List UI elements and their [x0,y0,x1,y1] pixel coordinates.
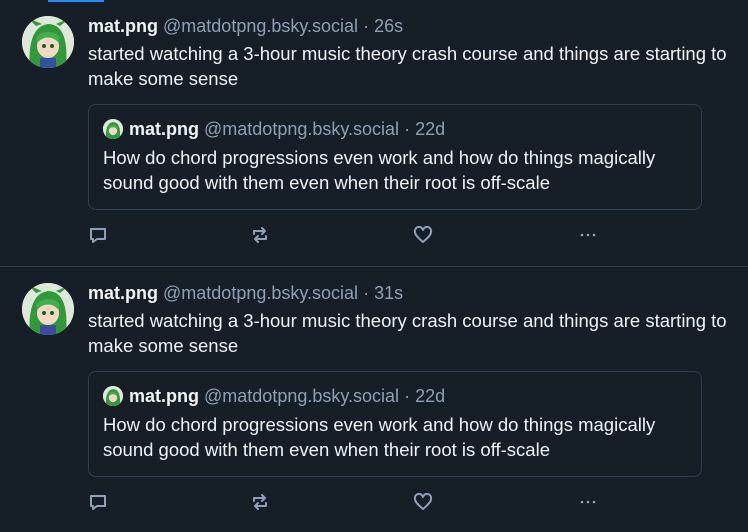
like-icon [413,225,433,243]
reply-button[interactable] [85,222,111,248]
quote-text: How do chord progressions even work and … [103,147,656,193]
more-icon [580,233,596,237]
quote-time: 22d [415,119,446,139]
post-header: mat.png @matdotpng.bsky.social · 26s [88,14,728,38]
quote-time: 22d [415,386,446,406]
separator-dot: · [363,283,370,303]
feed-post[interactable]: mat.png @matdotpng.bsky.social · 31s sta… [0,266,748,532]
repost-icon [253,227,267,243]
separator-dot: · [363,16,370,36]
post-text: started watching a 3-hour music theory c… [88,310,727,356]
more-options-button[interactable] [575,489,601,515]
post-text: started watching a 3-hour music theory c… [88,43,727,89]
like-button[interactable] [410,222,436,248]
author-avatar[interactable] [22,283,74,335]
quote-author-avatar [103,386,123,406]
quote-author-name: mat.png [129,386,199,406]
quote-author-handle: @matdotpng.bsky.social [204,119,400,139]
author-name[interactable]: mat.png [88,16,158,36]
quoted-post[interactable]: mat.png @matdotpng.bsky.social · 22d How… [88,371,702,477]
separator-dot: · [404,119,411,139]
author-handle[interactable]: @matdotpng.bsky.social [163,283,358,303]
post-time[interactable]: 26s [374,16,403,36]
separator-dot: · [404,386,411,406]
post-time[interactable]: 31s [374,283,403,303]
repost-button[interactable] [247,489,273,515]
post-header: mat.png @matdotpng.bsky.social · 31s [88,281,728,305]
post-actions [88,222,608,248]
quote-author-avatar [103,119,123,139]
quote-author-handle: @matdotpng.bsky.social [204,386,400,406]
repost-icon [253,494,267,510]
like-button[interactable] [410,489,436,515]
quote-header: mat.png @matdotpng.bsky.social · 22d [103,384,687,408]
like-icon [413,492,433,510]
quote-header: mat.png @matdotpng.bsky.social · 22d [103,117,687,141]
reply-button[interactable] [85,489,111,515]
feed-post[interactable]: mat.png @matdotpng.bsky.social · 26s sta… [0,0,748,266]
author-avatar[interactable] [22,16,74,68]
quote-author-name: mat.png [129,119,199,139]
quote-text: How do chord progressions even work and … [103,414,656,460]
more-icon [580,500,596,504]
post-actions [88,489,608,515]
author-name[interactable]: mat.png [88,283,158,303]
more-options-button[interactable] [575,222,601,248]
reply-icon [90,228,106,243]
reply-icon [90,495,106,510]
author-handle[interactable]: @matdotpng.bsky.social [163,16,358,36]
quoted-post[interactable]: mat.png @matdotpng.bsky.social · 22d How… [88,104,702,210]
repost-button[interactable] [247,222,273,248]
